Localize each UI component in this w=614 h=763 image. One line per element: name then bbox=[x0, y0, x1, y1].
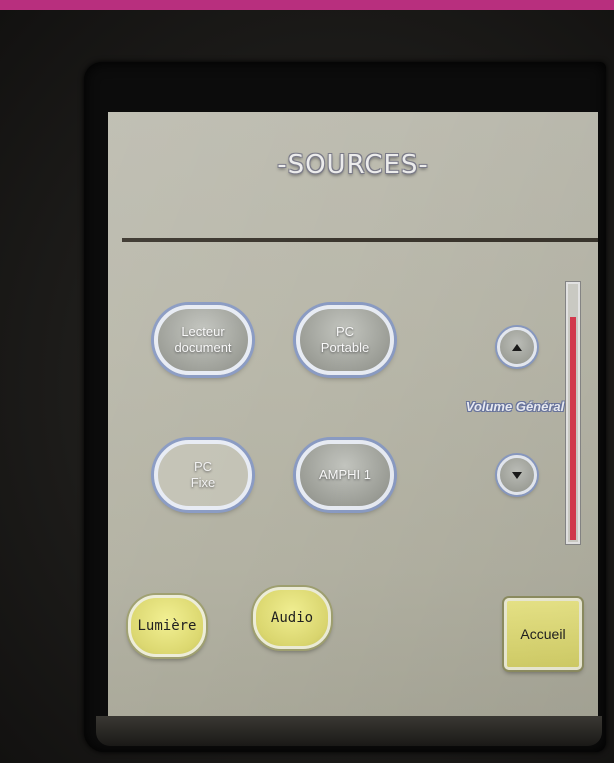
touch-screen: -SOURCES- Lecteur document PC Portable P… bbox=[108, 112, 598, 716]
top-color-bar bbox=[0, 0, 614, 10]
page-title: -SOURCES- bbox=[277, 150, 429, 180]
lumiere-button-label: Lumière bbox=[137, 618, 197, 634]
title-divider bbox=[122, 238, 598, 242]
volume-level-bar[interactable] bbox=[566, 282, 580, 544]
source-button-pc-portable[interactable]: PC Portable bbox=[296, 305, 394, 375]
volume-label: Volume Général bbox=[465, 399, 565, 414]
source-button-label: PC Portable bbox=[320, 324, 370, 355]
audio-button-label: Audio bbox=[270, 610, 314, 626]
source-button-amphi-1[interactable]: AMPHI 1 bbox=[296, 440, 394, 510]
arrow-down-icon bbox=[512, 471, 522, 479]
accueil-button-label: Accueil bbox=[520, 626, 566, 642]
source-button-label: AMPHI 1 bbox=[318, 467, 371, 482]
volume-up-button[interactable] bbox=[497, 327, 537, 367]
source-button-lecteur-document[interactable]: Lecteur document bbox=[154, 305, 252, 375]
volume-down-button[interactable] bbox=[497, 455, 537, 495]
accueil-button[interactable]: Accueil bbox=[504, 598, 582, 670]
source-button-label: Lecteur document bbox=[174, 324, 232, 355]
device-bottom-ledge bbox=[96, 716, 602, 746]
lumiere-button[interactable]: Lumière bbox=[128, 595, 206, 657]
source-button-label: PC Fixe bbox=[190, 459, 216, 490]
audio-button[interactable]: Audio bbox=[253, 587, 331, 649]
arrow-up-icon bbox=[512, 343, 522, 351]
volume-level-fill bbox=[570, 316, 576, 540]
source-button-pc-fixe[interactable]: PC Fixe bbox=[154, 440, 252, 510]
